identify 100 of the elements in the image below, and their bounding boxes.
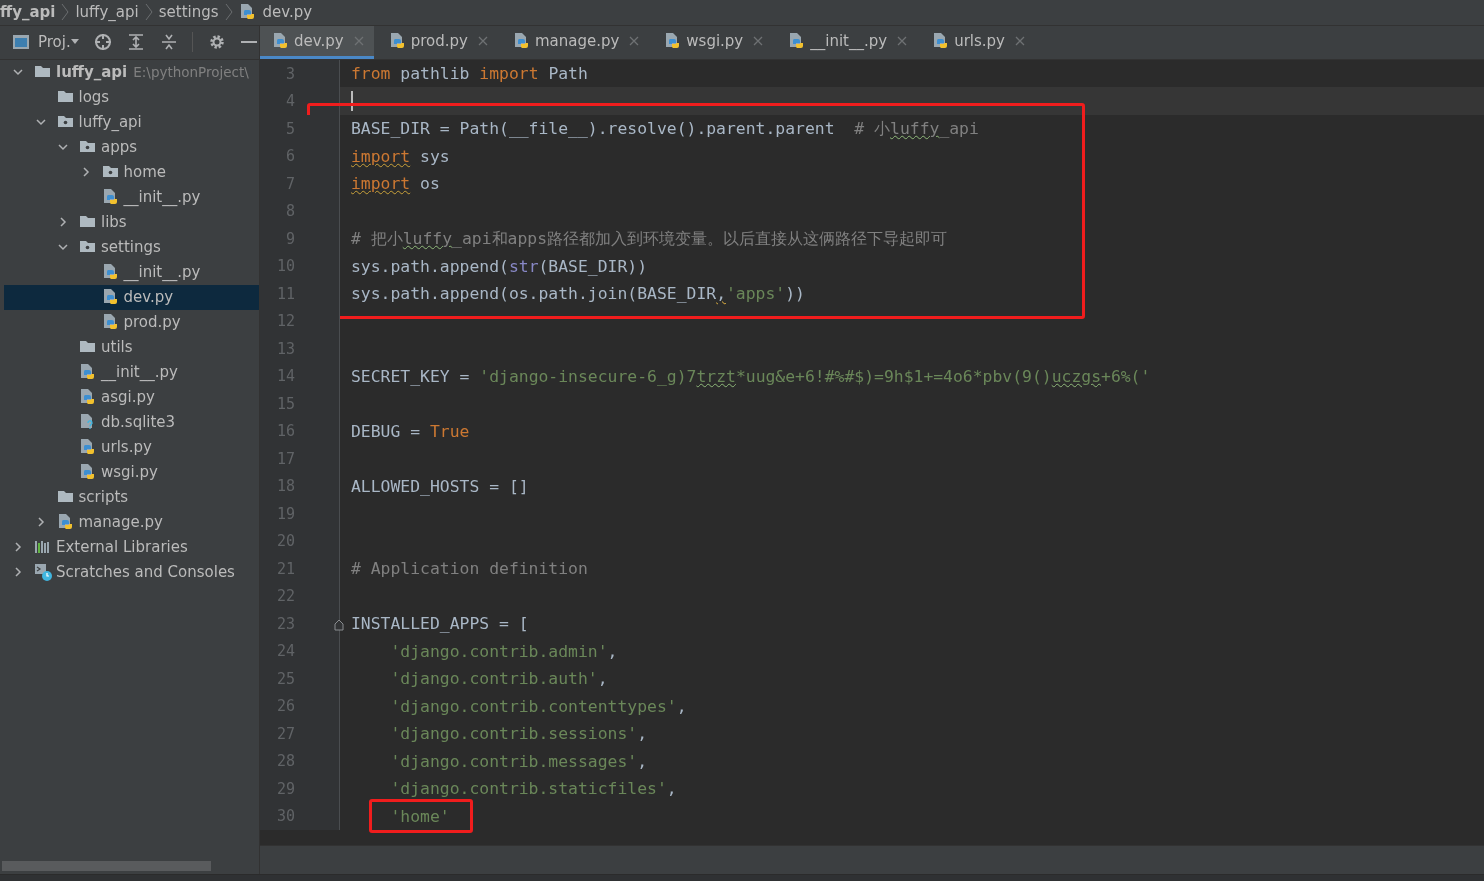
tree-item[interactable]: luffy_api (4, 109, 259, 135)
collapsed-chevron-icon (12, 541, 24, 554)
tree-item-label: prod.py (123, 313, 181, 332)
tree-item-label: luffy_api (78, 113, 142, 132)
code-line: sys.path.append(os.path.join(BASE_DIR,'apps')) (351, 284, 805, 304)
tree-item[interactable]: home (4, 159, 259, 185)
code-line: INSTALLED_APPS = [ (351, 614, 529, 634)
tree-item-label: asgi.py (101, 388, 155, 407)
editor-tab[interactable]: prod.py (376, 25, 498, 59)
scratch-console-icon (34, 563, 52, 582)
tree-item-label: manage.py (78, 513, 163, 532)
chevron-separator-icon (144, 3, 153, 22)
tree-item[interactable]: manage.py (4, 509, 259, 535)
tree-item-label: settings (101, 238, 161, 257)
chevron-separator-icon (61, 3, 70, 22)
tree-item-label: libs (101, 213, 127, 232)
collapsed-chevron-icon (12, 566, 24, 579)
python-file-icon (79, 463, 97, 482)
close-icon (477, 35, 488, 46)
editor-tab[interactable]: urls.py (920, 25, 1035, 59)
code-line: 'home' (389, 806, 450, 826)
tree-item-label: apps (101, 138, 138, 157)
tree-item[interactable]: apps (4, 134, 259, 160)
tree-item-label: __init__.py (123, 263, 201, 282)
caret-icon (70, 39, 79, 46)
tree-item-label: logs (78, 88, 110, 107)
tree-item-label: Scratches and Consoles (56, 563, 235, 582)
tree-item[interactable]: __init__.py (4, 259, 259, 285)
python-file-icon (388, 31, 407, 50)
python-file-icon (79, 438, 97, 457)
close-icon (753, 35, 764, 46)
tree-item[interactable]: settings (4, 234, 259, 260)
tree-item[interactable]: db.sqlite3 (4, 409, 259, 435)
close-icon (1014, 35, 1025, 46)
code-line: # 把小luffy_api和apps路径都加入到环境变量。以后直接从这俩路径下导起即可 (351, 227, 948, 250)
minimize-icon (240, 41, 257, 44)
tree-item-label: db.sqlite3 (101, 413, 176, 432)
code-line: BASE_DIR = Path(__file__).resolve().parent.parent # 小luffy_api (351, 117, 979, 140)
tree-item-label: wsgi.py (101, 463, 158, 482)
tree-item[interactable]: External Libraries (4, 534, 259, 560)
editor-tab[interactable]: dev.py (260, 25, 374, 59)
code-line: 'django.contrib.contenttypes', (389, 696, 687, 716)
breadcrumb-item[interactable]: luffy_api (75, 3, 139, 22)
tree-item-label: External Libraries (56, 538, 188, 557)
tree-item[interactable]: prod.py (4, 309, 259, 335)
collapsed-chevron-icon (57, 216, 69, 229)
text-caret (351, 91, 353, 112)
python-file-icon (101, 288, 120, 307)
python-file-icon (512, 31, 531, 50)
scrollbar-thumb[interactable] (2, 861, 211, 871)
tree-item-label: utils (101, 338, 133, 357)
breadcrumb-item[interactable]: dev.py (262, 3, 313, 22)
tree-item-label: luffy_api (56, 63, 128, 82)
tree-item-label: home (123, 163, 167, 182)
code-line: 'django.contrib.admin', (389, 641, 618, 661)
code-line: import os (351, 174, 440, 194)
code-line: 'django.contrib.staticfiles', (389, 779, 677, 799)
editor-tab[interactable]: manage.py (500, 25, 650, 59)
breadcrumb-item[interactable]: ffy_api (0, 3, 56, 22)
editor-tab[interactable]: __init__.py (776, 25, 918, 59)
breadcrumb-item[interactable]: settings (158, 3, 219, 22)
tree-item-label: scripts (78, 488, 129, 507)
chevron-separator-icon (224, 3, 233, 22)
close-icon (629, 35, 640, 46)
expand-all-icon (126, 33, 145, 52)
tree-item[interactable]: Scratches and Consoles (4, 559, 259, 585)
code-line: import sys (351, 146, 450, 166)
crosshair-icon (93, 33, 112, 52)
tree-item[interactable]: luffy_api E:\pythonProject\ (4, 59, 259, 85)
python-file-icon (101, 263, 120, 282)
tree-item[interactable]: wsgi.py (4, 459, 259, 485)
settings-icon (207, 33, 226, 52)
tree-item[interactable]: scripts (4, 484, 259, 510)
project-view-dropdown[interactable]: Proj. (38, 33, 71, 52)
editor-tab[interactable]: wsgi.py (652, 25, 774, 59)
tree-item-label: dev.py (123, 288, 174, 307)
collapse-all-icon (159, 33, 178, 52)
python-file-icon (101, 188, 120, 207)
code-line: 'django.contrib.auth', (389, 669, 608, 689)
python-file-icon (56, 513, 75, 532)
project-window-icon (12, 34, 30, 51)
code-line: ALLOWED_HOSTS = [] (351, 476, 529, 496)
tree-item[interactable]: __init__.py (4, 184, 259, 210)
python-file-icon (79, 363, 97, 382)
tree-item[interactable]: __init__.py (4, 359, 259, 385)
close-icon (897, 35, 908, 46)
tree-item[interactable]: dev.py (4, 284, 259, 310)
code-line: 'django.contrib.messages', (389, 751, 648, 771)
code-line: 'django.contrib.sessions', (389, 724, 648, 744)
code-line: # Application definition (351, 559, 588, 579)
tree-item[interactable]: logs (4, 84, 259, 110)
tree-item[interactable]: urls.py (4, 434, 259, 460)
close-icon (353, 35, 364, 46)
tree-item[interactable]: asgi.py (4, 384, 259, 410)
tree-item[interactable]: utils (4, 334, 259, 360)
code-line: from pathlib import Path (351, 64, 588, 84)
tree-item-label: __init__.py (101, 363, 178, 382)
tree-item-label: __init__.py (123, 188, 201, 207)
python-file-icon (272, 31, 290, 50)
tree-item[interactable]: libs (4, 209, 259, 235)
